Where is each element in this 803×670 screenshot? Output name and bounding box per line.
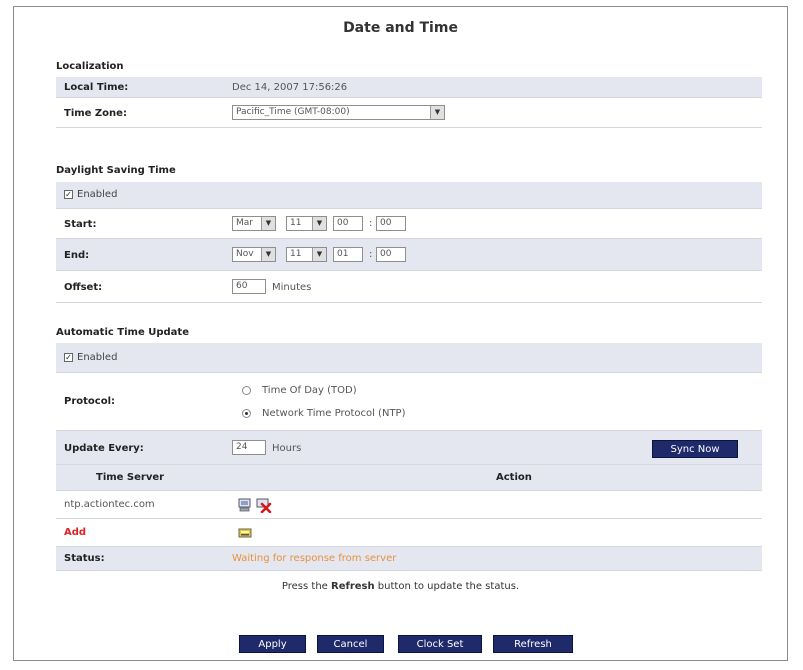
protocol-row: Protocol: Time Of Day (TOD) Network Time…: [56, 373, 762, 431]
refresh-note-prefix: Press the: [281, 581, 331, 592]
dst-start-month-select[interactable]: Mar ▼: [232, 216, 276, 231]
dst-offset-row: Offset: 60 Minutes: [56, 271, 762, 303]
add-server-row: Add: [56, 519, 762, 547]
chevron-down-icon: ▼: [261, 217, 275, 230]
chevron-down-icon: ▼: [312, 217, 326, 230]
dst-end-day-value: 11: [290, 249, 302, 259]
dst-start-label: Start:: [64, 219, 97, 230]
dst-start-row: Start: Mar ▼ 11 ▼ 00 : 00: [56, 209, 762, 239]
time-zone-select[interactable]: Pacific_Time (GMT-08:00) ▼: [232, 105, 445, 120]
edit-icon[interactable]: [238, 497, 254, 513]
status-row: Status: Waiting for response from server: [56, 547, 762, 571]
time-zone-row: Time Zone: Pacific_Time (GMT-08:00) ▼: [56, 98, 762, 128]
auto-update-enabled-checkbox[interactable]: ✓: [64, 353, 73, 362]
dst-start-day-value: 11: [290, 218, 302, 228]
time-zone-select-value: Pacific_Time (GMT-08:00): [236, 107, 350, 117]
update-every-unit: Hours: [272, 443, 302, 454]
dst-enabled-label: Enabled: [77, 189, 118, 200]
dst-end-month-value: Nov: [236, 249, 254, 259]
dst-offset-label: Offset:: [64, 282, 103, 293]
delete-icon[interactable]: [256, 497, 272, 514]
cancel-button[interactable]: Cancel: [317, 635, 384, 653]
local-time-label: Local Time:: [64, 82, 129, 93]
refresh-note: Press the Refresh button to update the s…: [14, 581, 787, 592]
protocol-ntp-radio[interactable]: [242, 409, 251, 418]
sync-now-button[interactable]: Sync Now: [652, 440, 738, 458]
dst-end-hour-input[interactable]: 01: [333, 247, 363, 262]
dst-end-label: End:: [64, 250, 90, 261]
refresh-note-suffix: button to update the status.: [374, 581, 520, 592]
apply-button[interactable]: Apply: [239, 635, 306, 653]
refresh-note-bold: Refresh: [331, 581, 375, 592]
page-title: Date and Time: [343, 20, 458, 36]
protocol-tod-radio[interactable]: [242, 386, 251, 395]
clock-set-button[interactable]: Clock Set: [398, 635, 482, 653]
time-separator: :: [369, 218, 373, 229]
local-time-row: Local Time: Dec 14, 2007 17:56:26: [56, 77, 762, 98]
auto-update-enabled-label: Enabled: [77, 352, 118, 363]
add-icon[interactable]: [238, 525, 254, 541]
auto-update-heading: Automatic Time Update: [56, 327, 189, 338]
dst-end-minute-input[interactable]: 00: [376, 247, 406, 262]
time-separator: :: [369, 249, 373, 260]
dst-end-day-select[interactable]: 11 ▼: [286, 247, 327, 262]
auto-update-enabled-row: ✓ Enabled: [56, 343, 762, 373]
dst-start-day-select[interactable]: 11 ▼: [286, 216, 327, 231]
dst-offset-input[interactable]: 60: [232, 279, 266, 294]
chevron-down-icon: ▼: [430, 106, 444, 119]
time-server-header-row: Time Server Action: [56, 465, 762, 491]
status-value: Waiting for response from server: [232, 553, 397, 564]
time-server-row: ntp.actiontec.com: [56, 491, 762, 519]
dst-start-hour-input[interactable]: 00: [333, 216, 363, 231]
chevron-down-icon: ▼: [312, 248, 326, 261]
add-server-link[interactable]: Add: [64, 527, 86, 538]
dst-start-minute-input[interactable]: 00: [376, 216, 406, 231]
refresh-button[interactable]: Refresh: [493, 635, 573, 653]
dst-enabled-checkbox[interactable]: ✓: [64, 190, 73, 199]
protocol-tod-label: Time Of Day (TOD): [262, 385, 357, 396]
action-header: Action: [496, 472, 532, 483]
time-server-header: Time Server: [96, 472, 165, 483]
protocol-ntp-label: Network Time Protocol (NTP): [262, 408, 406, 419]
time-server-name: ntp.actiontec.com: [64, 499, 155, 510]
dst-enabled-row: ✓ Enabled: [56, 182, 762, 209]
local-time-value: Dec 14, 2007 17:56:26: [232, 82, 348, 93]
localization-heading: Localization: [56, 61, 124, 72]
status-label: Status:: [64, 553, 105, 564]
dst-heading: Daylight Saving Time: [56, 165, 176, 176]
dst-end-month-select[interactable]: Nov ▼: [232, 247, 276, 262]
dst-offset-unit: Minutes: [272, 282, 312, 293]
dst-end-row: End: Nov ▼ 11 ▼ 01 : 00: [56, 239, 762, 271]
dst-start-month-value: Mar: [236, 218, 253, 228]
update-every-label: Update Every:: [64, 443, 144, 454]
protocol-label: Protocol:: [64, 396, 116, 407]
update-every-input[interactable]: 24: [232, 440, 266, 455]
update-every-row: Update Every: 24 Hours Sync Now: [56, 431, 762, 465]
page-frame: Date and Time Localization Local Time: D…: [13, 6, 788, 661]
chevron-down-icon: ▼: [261, 248, 275, 261]
time-zone-label: Time Zone:: [64, 108, 127, 119]
